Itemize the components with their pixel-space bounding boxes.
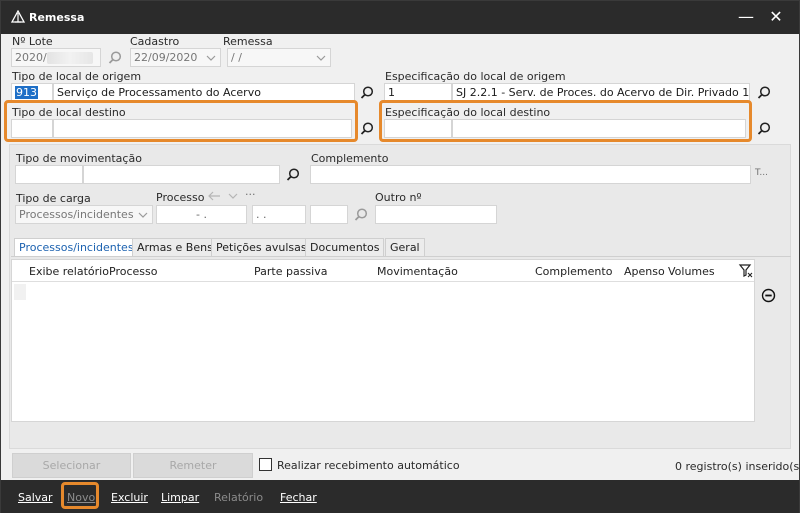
espec-destino-code-field[interactable] <box>384 119 452 138</box>
window-title: Remessa <box>29 11 85 24</box>
tipo-movimentacao-desc-field[interactable] <box>83 165 280 184</box>
limpar-button[interactable]: Limpar <box>161 491 199 504</box>
remove-row-icon[interactable] <box>761 288 776 303</box>
tipo-origem-label: Tipo de local de origem <box>12 70 142 83</box>
search-icon[interactable] <box>359 121 375 137</box>
filter-icon[interactable] <box>738 263 754 279</box>
col-movimentacao[interactable]: Movimentação <box>377 265 458 278</box>
col-volumes[interactable]: Volumes <box>668 265 715 278</box>
tab-peticoes[interactable]: Petições avulsas <box>211 238 312 257</box>
relatorio-button[interactable]: Relatório <box>214 491 263 504</box>
remessa-field[interactable]: / / <box>227 48 331 67</box>
chevron-down-icon[interactable] <box>137 208 149 221</box>
fechar-button[interactable]: Fechar <box>280 491 317 504</box>
processo-more-button[interactable]: ··· <box>245 188 256 201</box>
undo-arrow-icon[interactable] <box>208 190 222 202</box>
tab-divider <box>11 256 791 257</box>
cadastro-label: Cadastro <box>130 35 180 48</box>
outro-numero-label: Outro nº <box>375 191 422 204</box>
excluir-button[interactable]: Excluir <box>111 491 148 504</box>
search-icon[interactable] <box>756 85 772 101</box>
lote-label: Nº Lote <box>12 35 53 48</box>
complemento-field[interactable] <box>310 165 751 184</box>
col-apenso[interactable]: Apenso <box>624 265 665 278</box>
tipo-movimentacao-label: Tipo de movimentação <box>16 152 142 165</box>
auto-receive-checkbox[interactable] <box>259 458 272 471</box>
remeter-button[interactable]: Remeter <box>133 453 253 478</box>
lote-field[interactable]: 2020/ <box>11 48 101 67</box>
search-icon[interactable] <box>107 50 123 66</box>
chevron-down-icon[interactable] <box>226 190 240 202</box>
col-processo[interactable]: Processo <box>109 265 157 278</box>
espec-origem-label: Especificação do local de origem <box>385 70 566 83</box>
espec-destino-desc-field[interactable] <box>452 119 746 138</box>
chevron-down-icon[interactable] <box>315 51 327 64</box>
salvar-button[interactable]: Salvar <box>18 491 53 504</box>
novo-button[interactable]: Novo <box>67 491 95 504</box>
tipo-carga-label: Tipo de carga <box>16 192 91 205</box>
close-button[interactable]: ✕ <box>761 6 791 28</box>
scales-icon <box>10 10 26 23</box>
tipo-destino-code-field[interactable] <box>11 119 53 138</box>
search-icon[interactable] <box>756 121 772 137</box>
selecionar-button[interactable]: Selecionar <box>12 453 131 478</box>
grid-header: Exibe relatório Processo Parte passiva M… <box>12 260 754 282</box>
col-exibe-relatorio[interactable]: Exibe relatório <box>29 265 109 278</box>
auto-receive-label: Realizar recebimento automático <box>277 459 460 472</box>
tipo-destino-desc-field[interactable] <box>53 119 352 138</box>
tipo-destino-label: Tipo de local destino <box>12 106 126 119</box>
tab-processos[interactable]: Processos/incidentes <box>14 238 139 257</box>
tab-documentos[interactable]: Documentos <box>305 238 385 257</box>
col-parte-passiva[interactable]: Parte passiva <box>254 265 327 278</box>
processo-number-field[interactable]: - . <box>156 205 247 224</box>
processo-label: Processo <box>156 191 205 204</box>
redacted-value <box>46 52 93 64</box>
complemento-ellipsis[interactable]: T... <box>755 168 768 178</box>
title-bar: Remessa — ✕ <box>1 1 799 34</box>
tipo-movimentacao-code-field[interactable] <box>15 165 83 184</box>
search-icon[interactable] <box>353 207 369 223</box>
cadastro-field[interactable]: 22/09/2020 <box>130 48 221 67</box>
bottom-toolbar: Salvar Novo Excluir Limpar Relatório Fec… <box>1 480 799 513</box>
outro-numero-field[interactable] <box>375 205 497 224</box>
minimize-button[interactable]: — <box>731 6 761 28</box>
chevron-down-icon[interactable] <box>205 51 217 64</box>
search-icon[interactable] <box>285 167 301 183</box>
tipo-carga-select[interactable]: Processos/incidentes <box>15 205 153 224</box>
processo-digit-field[interactable]: . . <box>252 205 306 224</box>
processo-extra-field[interactable] <box>310 205 348 224</box>
remessa-label: Remessa <box>223 35 273 48</box>
processos-grid[interactable]: Exibe relatório Processo Parte passiva M… <box>11 259 755 422</box>
search-icon[interactable] <box>359 85 375 101</box>
records-count: 0 registro(s) inserido(s) <box>675 460 800 473</box>
tab-geral[interactable]: Geral <box>385 238 425 257</box>
tab-armas-bens[interactable]: Armas e Bens <box>132 238 218 257</box>
col-complemento[interactable]: Complemento <box>535 265 612 278</box>
row-indicator <box>14 284 26 300</box>
remessa-window: Remessa — ✕ Nº Lote 2020/ Cadastro 22/09… <box>0 0 800 513</box>
espec-destino-label: Especificação do local destino <box>385 106 551 119</box>
complemento-label: Complemento <box>311 152 389 165</box>
